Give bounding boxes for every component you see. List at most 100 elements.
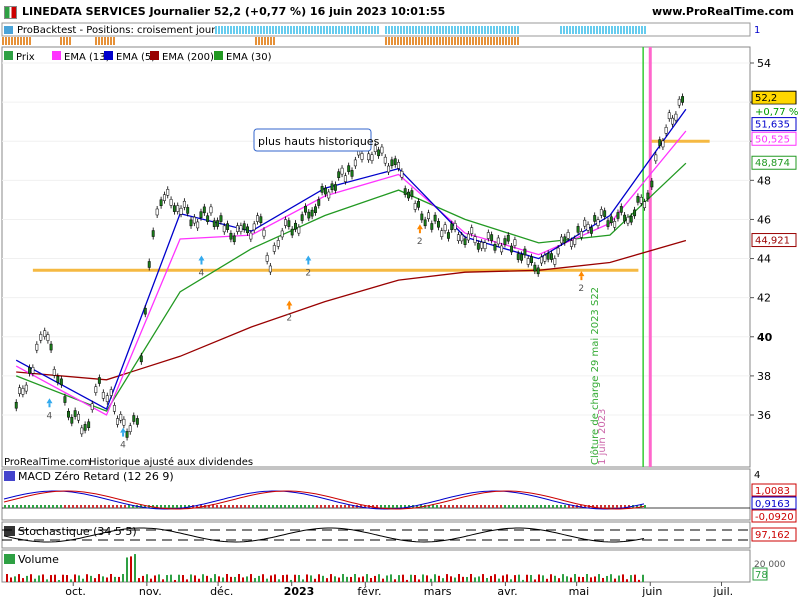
backtest-bar xyxy=(255,37,257,45)
macd-histogram-bar xyxy=(104,505,106,508)
backtest-bar xyxy=(308,26,310,34)
backtest-bar xyxy=(261,37,263,45)
candle-body xyxy=(209,206,213,214)
volume-bar xyxy=(490,575,492,582)
candle-body xyxy=(496,237,500,245)
macd-histogram-bar xyxy=(88,505,90,508)
volume-bar xyxy=(402,574,404,582)
backtest-bar xyxy=(424,26,426,34)
candle-body xyxy=(119,413,123,421)
volume-bar xyxy=(202,574,204,582)
candle-body xyxy=(112,405,116,412)
macd-histogram-bar xyxy=(96,505,98,508)
candle-body xyxy=(576,226,580,233)
candle-body xyxy=(383,156,387,164)
volume-bar xyxy=(206,575,208,582)
macd-histogram-bar xyxy=(124,505,126,508)
candle-body xyxy=(162,194,166,201)
backtest-bar xyxy=(275,26,277,34)
ema-line xyxy=(15,162,687,412)
backtest-bar xyxy=(14,37,16,45)
macd-histogram-bar xyxy=(248,505,250,508)
volume-bar xyxy=(542,575,544,582)
candle-body xyxy=(510,245,514,253)
macd-histogram-bar xyxy=(56,505,58,508)
backtest-bar xyxy=(299,26,301,34)
backtest-bar xyxy=(563,26,565,34)
candle-body xyxy=(192,216,196,224)
volume-bar xyxy=(382,578,384,582)
volume-bar xyxy=(594,576,596,582)
candle-body xyxy=(486,232,490,239)
volume-bars xyxy=(6,554,644,582)
backtest-bar xyxy=(314,26,316,34)
backtest-label: ProBacktest - Positions: croisement jour xyxy=(17,25,216,36)
volume-bar xyxy=(386,575,388,582)
backtest-bar xyxy=(66,37,68,45)
stoch-icon xyxy=(4,526,15,536)
backtest-bar xyxy=(454,37,456,45)
stoch-label: Stochastique (34 5 5) xyxy=(18,525,137,538)
volume-bar xyxy=(10,577,12,582)
volume-bar xyxy=(126,557,128,582)
candle-body xyxy=(500,245,504,253)
candle-body xyxy=(466,233,470,241)
backtest-bar xyxy=(326,26,328,34)
volume-bar xyxy=(558,578,560,582)
macd-histogram-bar xyxy=(396,505,398,508)
backtest-bar xyxy=(403,26,405,34)
volume-bar xyxy=(190,574,192,582)
candle-body xyxy=(46,334,50,341)
macd-histogram-bar xyxy=(324,505,326,508)
candle-body xyxy=(39,334,43,341)
candle-body xyxy=(21,388,25,395)
volume-bar xyxy=(642,574,644,582)
backtest-bar xyxy=(460,37,462,45)
backtest-bar xyxy=(451,26,453,34)
candle-body xyxy=(646,192,650,200)
backtest-bar xyxy=(113,37,115,45)
macd-histogram-bar xyxy=(536,505,538,508)
candle-body xyxy=(573,238,577,245)
volume-bar xyxy=(342,574,344,582)
annotation-box[interactable]: plus hauts historiques xyxy=(253,128,380,152)
volume-bar xyxy=(474,577,476,582)
volume-bar xyxy=(282,575,284,582)
macd-histogram-bar xyxy=(8,505,10,508)
volume-bar xyxy=(614,578,616,582)
volume-bar xyxy=(174,579,176,582)
backtest-bar xyxy=(617,26,619,34)
backtest-bar xyxy=(63,37,65,45)
backtest-bar xyxy=(394,26,396,34)
candle-body xyxy=(166,189,170,196)
chart-canvas[interactable]: ProBacktest - Positions: croisement jour… xyxy=(0,0,800,600)
candle-body xyxy=(284,219,287,226)
volume-bar xyxy=(390,574,392,582)
backtest-bar xyxy=(371,26,373,34)
macd-histogram-bar xyxy=(168,505,170,508)
macd-histogram-bar xyxy=(560,505,562,508)
candle-body xyxy=(681,96,685,103)
backtest-bar xyxy=(98,37,100,45)
backtest-bar xyxy=(505,37,507,45)
volume-bar xyxy=(34,578,36,582)
volume-bar xyxy=(478,576,480,582)
volume-bar xyxy=(638,579,640,582)
candle-body xyxy=(337,171,341,178)
macd-histogram-bar xyxy=(504,505,506,508)
volume-bar xyxy=(534,579,536,582)
macd-histogram-bar xyxy=(456,505,458,508)
candle-body xyxy=(437,220,440,228)
backtest-bar xyxy=(433,37,435,45)
signal-count: 4 xyxy=(46,411,52,421)
macd-histogram-bar xyxy=(116,505,118,508)
candle-body xyxy=(179,207,183,215)
macd-histogram-bar xyxy=(320,505,322,508)
backtest-bar xyxy=(514,37,516,45)
macd-histogram-bar xyxy=(608,505,610,508)
y-tick-label: 40 xyxy=(757,331,773,344)
candle-body xyxy=(427,212,430,220)
volume-bar xyxy=(50,575,52,582)
signal-arrow-shaft xyxy=(580,276,583,281)
backtest-bar xyxy=(487,37,489,45)
